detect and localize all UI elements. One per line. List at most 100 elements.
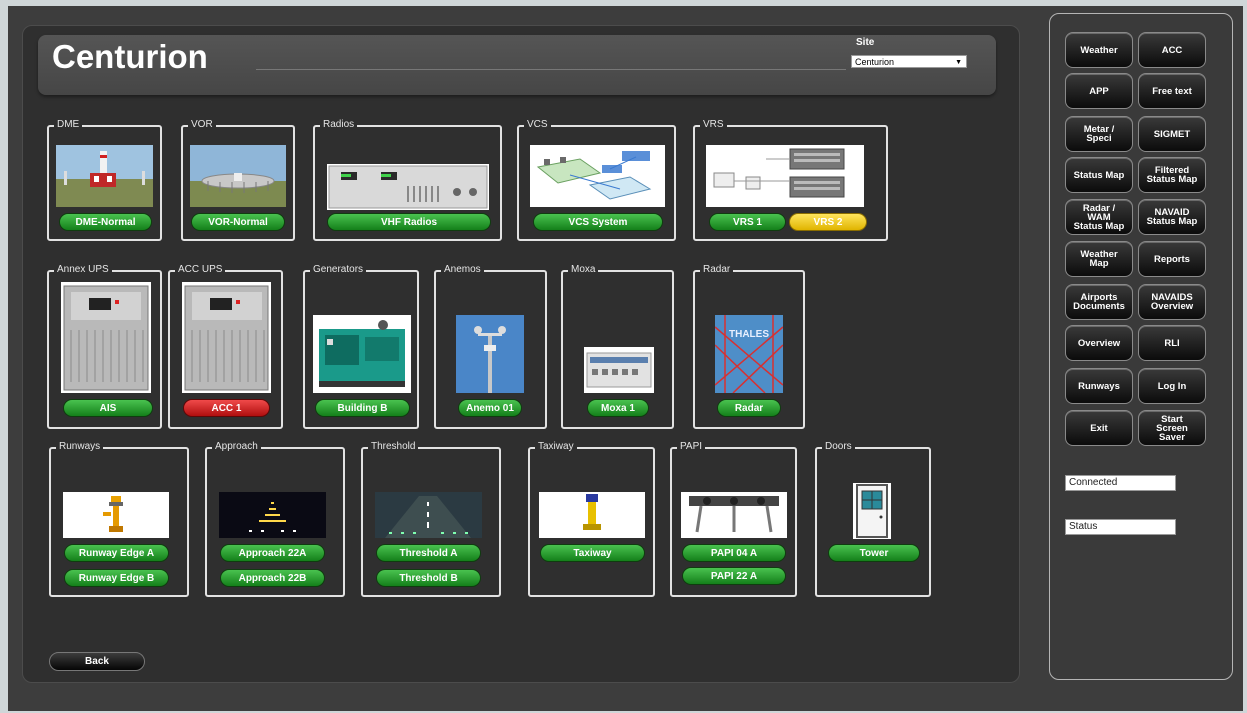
group-label: DME (54, 118, 83, 132)
sidebar-button-acc[interactable]: ACC (1138, 32, 1206, 68)
sidebar-button-log-in[interactable]: Log In (1138, 368, 1206, 404)
sidebar-button-label: ACC (1161, 44, 1183, 56)
sidebar-button-label: Radar / WAM Status Map (1073, 203, 1125, 232)
sidebar-button-weather-map[interactable]: Weather Map (1065, 241, 1133, 277)
back-button[interactable]: Back (49, 652, 145, 671)
sidebar-button-status-map[interactable]: Status Map (1065, 157, 1133, 193)
sidebar-button-airports-documents[interactable]: Airports Documents (1065, 284, 1133, 320)
status-button-vhf-radios[interactable]: VHF Radios (327, 213, 491, 231)
sidebar-button-label-line: Weather (1080, 44, 1118, 56)
site-select-value: Centurion (855, 57, 895, 67)
sidebar-button-overview[interactable]: Overview (1065, 325, 1133, 361)
sidebar-button-exit[interactable]: Exit (1065, 410, 1133, 446)
sidebar-button-rli[interactable]: RLI (1138, 325, 1206, 361)
sidebar-button-label: Log In (1157, 380, 1187, 392)
status-button-approach-22a[interactable]: Approach 22A (220, 544, 325, 562)
status-button-threshold-a[interactable]: Threshold A (376, 544, 481, 562)
sidebar-button-app[interactable]: APP (1065, 73, 1133, 109)
status-button-radar[interactable]: Radar (717, 399, 781, 417)
status-button-runway-edge-a[interactable]: Runway Edge A (64, 544, 169, 562)
status-button-anemo-01[interactable]: Anemo 01 (458, 399, 522, 417)
status-button-vrs-2[interactable]: VRS 2 (789, 213, 867, 231)
sidebar-button-label-line: Map (1089, 258, 1109, 269)
moxa-image (584, 347, 654, 393)
sidebar-button-label: Filtered Status Map (1147, 166, 1198, 185)
sidebar-button-weather[interactable]: Weather (1065, 32, 1133, 68)
sidebar-button-runways[interactable]: Runways (1065, 368, 1133, 404)
sidebar-button-label-line: Saver (1159, 431, 1185, 443)
status-button-acc-1[interactable]: ACC 1 (183, 399, 270, 417)
runways-image (63, 492, 169, 538)
group-label: Approach (212, 440, 261, 454)
group-label: VRS (700, 118, 727, 132)
group-label: Radios (320, 118, 358, 132)
group-label: Taxiway (535, 440, 577, 454)
status-button-vrs-1[interactable]: VRS 1 (709, 213, 786, 231)
sidebar-button-label: Weather (1080, 44, 1118, 56)
sidebar-button-label-line: Reports (1154, 253, 1190, 265)
sidebar-button-label-line: ACC (1161, 44, 1183, 56)
sidebar-button-label: NAVAIDS Overview (1150, 293, 1194, 312)
group-label: PAPI (677, 440, 706, 454)
sidebar-button-label-line: Overview (1150, 301, 1194, 312)
group-label: ACC UPS (175, 263, 226, 277)
status-button-papi-04-a[interactable]: PAPI 04 A (682, 544, 786, 562)
title-divider (256, 69, 846, 70)
sidebar-button-free-text[interactable]: Free text (1138, 73, 1206, 109)
status-button-ais[interactable]: AIS (63, 399, 153, 417)
sidebar-button-label: RLI (1164, 337, 1180, 349)
group-label: Doors (822, 440, 855, 454)
sidebar-button-label-line: Overview (1077, 337, 1121, 349)
sidebar-button-reports[interactable]: Reports (1138, 241, 1206, 277)
status-button-runway-edge-b[interactable]: Runway Edge B (64, 569, 169, 587)
dropdown-arrow-icon: ▼ (955, 59, 962, 66)
status-button-threshold-b[interactable]: Threshold B (376, 569, 481, 587)
sidebar-button-navaid-status-map[interactable]: NAVAID Status Map (1138, 199, 1206, 235)
site-select[interactable]: Centurion ▼ (851, 55, 967, 68)
sidebar-button-label-line: Status Map (1073, 220, 1125, 232)
sidebar-button-label-line: Log In (1157, 380, 1187, 392)
status-button-vcs-system[interactable]: VCS System (533, 213, 663, 231)
sidebar-button-label-line: Free text (1152, 85, 1192, 97)
taxiway-image (539, 492, 645, 538)
sidebar-button-label: NAVAID Status Map (1147, 208, 1198, 227)
status-button-moxa-1[interactable]: Moxa 1 (587, 399, 649, 417)
sidebar-button-radar-wam-status-map[interactable]: Radar / WAM Status Map (1065, 199, 1133, 235)
door-icon (853, 483, 891, 539)
anemos-image (456, 315, 524, 393)
sidebar-button-sigmet[interactable]: SIGMET (1138, 116, 1206, 152)
group-label: Moxa (568, 263, 599, 277)
sidebar-button-label: APP (1089, 85, 1109, 97)
status-button-tower[interactable]: Tower (828, 544, 920, 562)
generators-image (313, 315, 411, 393)
sidebar-button-label: Metar / Speci (1084, 125, 1115, 144)
status-button-building-b[interactable]: Building B (315, 399, 410, 417)
group-label: Anemos (441, 263, 484, 277)
status-button-approach-22b[interactable]: Approach 22B (220, 569, 325, 587)
status-button-dme-normal[interactable]: DME-Normal (59, 213, 152, 231)
sidebar-button-label: SIGMET (1153, 128, 1191, 140)
sidebar-button-label-line: Exit (1090, 422, 1108, 434)
status-button-papi-22-a[interactable]: PAPI 22 A (682, 567, 786, 585)
sidebar-button-label-line: SIGMET (1153, 128, 1191, 140)
sidebar-button-navaids-overview[interactable]: NAVAIDS Overview (1138, 284, 1206, 320)
sidebar-button-start-screen-saver[interactable]: Start Screen Saver (1138, 410, 1206, 446)
sidebar-button-label: Runways (1078, 380, 1120, 392)
group-label: VCS (524, 118, 551, 132)
sidebar-button-label-line: Runways (1078, 380, 1120, 392)
sidebar-button-label-line: Documents (1073, 301, 1125, 312)
radar-image-text: THALES (729, 329, 769, 340)
approach-image (219, 492, 326, 538)
status-button-vor-normal[interactable]: VOR-Normal (191, 213, 285, 231)
sidebar-button-label: Start Screen Saver (1156, 414, 1188, 443)
group-label: Radar (700, 263, 734, 277)
group-label: Runways (56, 440, 104, 454)
sidebar-button-label-line: RLI (1164, 337, 1180, 349)
vrs-image (706, 145, 864, 207)
sidebar-button-metar-speci[interactable]: Metar / Speci (1065, 116, 1133, 152)
sidebar-button-label: Overview (1077, 337, 1121, 349)
sidebar-button-label-line: APP (1089, 85, 1109, 97)
radios-image (327, 164, 489, 210)
status-button-taxiway[interactable]: Taxiway (540, 544, 645, 562)
sidebar-button-filtered-status-map[interactable]: Filtered Status Map (1138, 157, 1206, 193)
